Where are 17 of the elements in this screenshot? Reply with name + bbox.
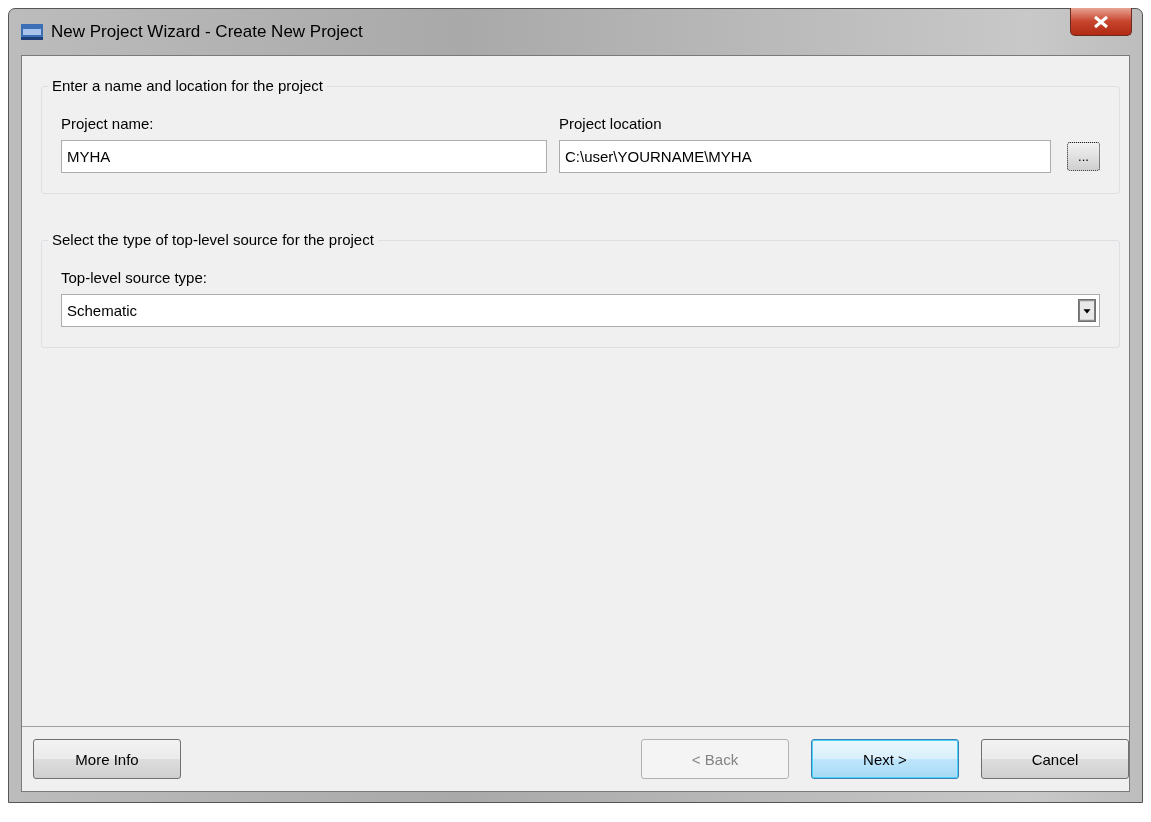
close-icon	[1093, 14, 1109, 29]
browse-button[interactable]: ...	[1067, 142, 1100, 171]
group-title: Enter a name and location for the project	[48, 77, 327, 94]
input-field[interactable]: C:\user\YOURNAME\MYHA	[559, 140, 1051, 173]
group-title: Select the type of top-level source for the project	[48, 231, 378, 248]
field-label: Project location	[559, 115, 663, 132]
more-info-button[interactable]: More Info	[33, 739, 181, 779]
field-label: Top-level source type:	[61, 269, 208, 286]
input-field[interactable]: MYHA	[61, 140, 547, 173]
dropdown-arrow-icon[interactable]	[1078, 299, 1096, 322]
app-logo-icon	[21, 24, 43, 40]
next-button[interactable]: Next >	[811, 739, 959, 779]
cancel-button[interactable]: Cancel	[981, 739, 1129, 779]
field-label: Project name:	[61, 115, 155, 132]
close-button[interactable]	[1070, 8, 1132, 36]
dropdown[interactable]: Schematic	[61, 294, 1100, 327]
window-title: New Project Wizard - Create New Project	[51, 22, 363, 42]
